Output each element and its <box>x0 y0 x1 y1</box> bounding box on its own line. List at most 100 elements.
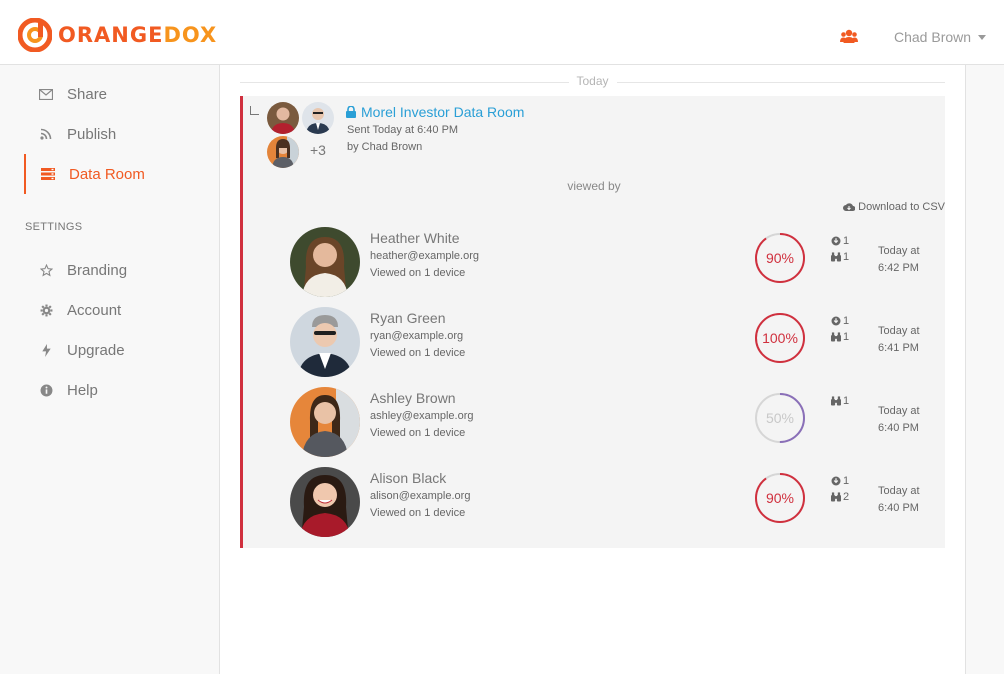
download-icon <box>831 316 841 326</box>
avatar <box>267 102 299 134</box>
completion-percent: 90% <box>765 490 795 506</box>
sent-timestamp: Sent Today at 6:40 PM <box>347 124 459 136</box>
user-menu[interactable]: Chad Brown <box>894 29 987 45</box>
viewer-name: Heather White <box>370 230 460 246</box>
top-header: ORANGEDOX Chad Brown <box>0 0 1004 65</box>
data-room-title: Morel Investor Data Room <box>361 104 525 120</box>
sidebar: Share Publish Data Room SETTINGS Brandin… <box>0 65 220 674</box>
views-count: 1 <box>843 331 850 343</box>
avatar <box>267 136 299 168</box>
user-name: Chad Brown <box>894 29 972 45</box>
viewer-email: ashley@example.org <box>370 410 474 422</box>
viewed-time-line2: 6:40 PM <box>878 502 919 514</box>
binoculars-icon <box>831 492 841 502</box>
downloads-count: 1 <box>843 475 850 487</box>
viewed-time-line2: 6:42 PM <box>878 262 919 274</box>
rss-icon <box>38 126 54 142</box>
viewer-devices: Viewed on 1 device <box>370 507 466 519</box>
star-icon <box>38 262 54 278</box>
downloads-count: 1 <box>843 235 850 247</box>
sidebar-item-branding[interactable]: Branding <box>24 250 220 290</box>
binoculars-icon <box>831 332 841 342</box>
settings-section-label: SETTINGS <box>25 221 83 233</box>
views-count: 1 <box>843 395 850 407</box>
viewed-time-line2: 6:40 PM <box>878 422 919 434</box>
viewer-email: ryan@example.org <box>370 330 464 342</box>
viewer-row[interactable]: Heather White heather@example.org Viewed… <box>290 227 945 299</box>
download-icon <box>831 236 841 246</box>
views-count: 2 <box>843 491 850 503</box>
sidebar-item-label: Branding <box>67 261 128 279</box>
binoculars-icon <box>831 252 841 262</box>
viewer-email: heather@example.org <box>370 250 480 262</box>
right-rail <box>965 65 1004 674</box>
server-icon <box>40 166 56 182</box>
viewer-avatar <box>290 227 360 297</box>
sidebar-item-account[interactable]: Account <box>24 290 220 330</box>
viewed-time: Today at 6:40 PM <box>878 403 920 437</box>
orangedox-logo[interactable]: ORANGEDOX <box>18 17 217 53</box>
viewer-avatar <box>290 387 360 457</box>
views-count: 1 <box>843 251 850 263</box>
viewed-time: Today at 6:42 PM <box>878 243 920 277</box>
viewed-by-label: viewed by <box>567 179 621 193</box>
views-stat: 1 <box>831 331 849 343</box>
viewed-time: Today at 6:40 PM <box>878 483 920 517</box>
completion-percent: 50% <box>765 410 795 426</box>
more-recipients-count[interactable]: +3 <box>310 142 326 158</box>
sidebar-item-label: Share <box>67 85 108 103</box>
sidebar-item-publish[interactable]: Publish <box>24 114 220 154</box>
sidebar-item-label: Help <box>67 381 98 399</box>
downloads-count: 1 <box>843 315 850 327</box>
downloads-stat: 1 <box>831 315 849 327</box>
completion-percent: 100% <box>762 330 798 346</box>
logo-text-part2: DOX <box>163 23 218 47</box>
viewer-avatar <box>290 307 360 377</box>
sidebar-item-share[interactable]: Share <box>24 74 220 114</box>
viewed-time-line1: Today at <box>878 485 920 497</box>
downloads-stat: 1 <box>831 475 849 487</box>
share-activity-card: +3 Morel Investor Data Room Sent Today a… <box>240 96 945 548</box>
logo-text-part1: ORANGE <box>58 23 164 47</box>
viewed-time-line1: Today at <box>878 405 920 417</box>
sender-name: by Chad Brown <box>347 141 423 153</box>
bolt-icon <box>38 342 54 358</box>
views-stat: 1 <box>831 251 849 263</box>
day-separator: Today <box>240 74 945 90</box>
viewer-avatar <box>290 467 360 537</box>
sidebar-item-upgrade[interactable]: Upgrade <box>24 330 220 370</box>
info-icon <box>38 382 54 398</box>
gear-icon <box>38 302 54 318</box>
download-csv-link[interactable]: Download to CSV <box>843 201 945 213</box>
completion-percent: 90% <box>765 250 795 266</box>
sidebar-item-label: Account <box>67 301 122 319</box>
cloud-download-icon <box>843 203 856 211</box>
viewed-time-line2: 6:41 PM <box>878 342 919 354</box>
collapse-toggle-icon[interactable] <box>250 106 259 115</box>
sidebar-item-label: Data Room <box>69 165 145 183</box>
viewer-name: Alison Black <box>370 470 447 486</box>
viewer-row[interactable]: Ashley Brown ashley@example.org Viewed o… <box>290 387 945 459</box>
sidebar-item-label: Upgrade <box>67 341 125 359</box>
sidebar-item-help[interactable]: Help <box>24 370 220 410</box>
binoculars-icon <box>831 396 841 406</box>
viewed-time-line1: Today at <box>878 325 920 337</box>
sidebar-item-label: Publish <box>67 125 117 143</box>
team-icon[interactable] <box>840 29 858 45</box>
viewer-row[interactable]: Alison Black alison@example.org Viewed o… <box>290 467 945 539</box>
viewer-row[interactable]: Ryan Green ryan@example.org Viewed on 1 … <box>290 307 945 379</box>
viewer-devices: Viewed on 1 device <box>370 427 466 439</box>
avatar <box>302 102 334 134</box>
viewer-name: Ryan Green <box>370 310 446 326</box>
download-csv-label: Download to CSV <box>858 201 945 213</box>
download-icon <box>831 476 841 486</box>
views-stat: 2 <box>831 491 849 503</box>
logo-mark-icon <box>18 18 52 52</box>
downloads-stat: 1 <box>831 235 849 247</box>
sidebar-item-data-room[interactable]: Data Room <box>24 154 220 194</box>
viewed-time-line1: Today at <box>878 245 920 257</box>
data-room-link[interactable]: Morel Investor Data Room <box>346 104 524 120</box>
viewer-email: alison@example.org <box>370 490 471 502</box>
day-label: Today <box>568 74 617 88</box>
viewer-name: Ashley Brown <box>370 390 456 406</box>
